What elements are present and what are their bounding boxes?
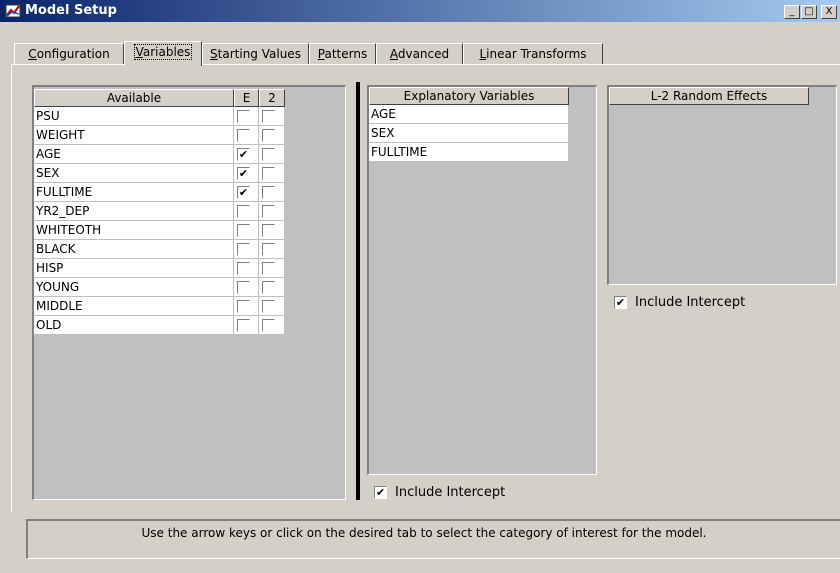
level2-checkbox[interactable] xyxy=(262,224,275,237)
include-intercept-checkbox[interactable]: ✔ xyxy=(614,296,627,309)
level2-cell xyxy=(259,183,285,202)
explanatory-checkbox[interactable] xyxy=(237,129,250,142)
level2-checkbox[interactable] xyxy=(262,262,275,275)
level2-cell xyxy=(259,240,285,259)
level2-cell xyxy=(259,278,285,297)
explanatory-cell xyxy=(234,278,259,297)
available-variable-name[interactable]: HISP xyxy=(34,259,234,278)
level2-cell xyxy=(259,316,285,335)
tab-label: Advanced xyxy=(389,47,450,61)
column-header: 2 xyxy=(259,89,285,107)
explanatory-checkbox[interactable] xyxy=(237,319,250,332)
maximize-button[interactable]: □ xyxy=(801,5,817,19)
available-variable-name[interactable]: MIDDLE xyxy=(34,297,234,316)
explanatory-checkbox[interactable]: ✔ xyxy=(237,186,250,199)
available-variable-name[interactable]: WHITEOTH xyxy=(34,221,234,240)
explanatory-cell xyxy=(234,126,259,145)
explanatory-checkbox[interactable] xyxy=(237,262,250,275)
explanatory-checkbox[interactable] xyxy=(237,243,250,256)
model-setup-icon xyxy=(5,4,21,18)
tab-starting-values[interactable]: Starting Values xyxy=(202,43,309,65)
random-effects-header: L-2 Random Effects xyxy=(609,87,809,105)
tab-label: Starting Values xyxy=(210,47,301,61)
level2-checkbox[interactable] xyxy=(262,129,275,142)
explanatory-cell: ✔ xyxy=(234,183,259,202)
available-variable-name[interactable]: AGE xyxy=(34,145,234,164)
tab-configuration[interactable]: Configuration xyxy=(14,43,124,65)
minimize-icon: _ xyxy=(789,6,795,17)
explanatory-checkbox[interactable] xyxy=(237,224,250,237)
include-intercept-label: Include Intercept xyxy=(395,485,506,500)
level2-checkbox[interactable] xyxy=(262,148,275,161)
level2-checkbox[interactable] xyxy=(262,167,275,180)
level2-cell xyxy=(259,202,285,221)
level2-checkbox[interactable] xyxy=(262,243,275,256)
level2-cell xyxy=(259,145,285,164)
level2-cell xyxy=(259,221,285,240)
title-bar: Model Setup _ □ X xyxy=(0,0,840,22)
maximize-icon: □ xyxy=(804,6,814,17)
explanatory-checkbox[interactable] xyxy=(237,281,250,294)
explanatory-variable[interactable]: SEX xyxy=(369,124,569,143)
available-variable-name[interactable]: YOUNG xyxy=(34,278,234,297)
explanatory-cell xyxy=(234,259,259,278)
available-variable-name[interactable]: FULLTIME xyxy=(34,183,234,202)
column-header: E xyxy=(234,89,259,107)
explanatory-cell xyxy=(234,316,259,335)
level2-cell xyxy=(259,164,285,183)
explanatory-cell xyxy=(234,107,259,126)
available-variable-name[interactable]: SEX xyxy=(34,164,234,183)
explanatory-cell xyxy=(234,297,259,316)
level2-cell xyxy=(259,297,285,316)
tab-label: Patterns xyxy=(317,47,368,61)
level2-checkbox[interactable] xyxy=(262,300,275,313)
level2-checkbox[interactable] xyxy=(262,205,275,218)
explanatory-checkbox[interactable]: ✔ xyxy=(237,167,250,180)
explanatory-checkbox[interactable]: ✔ xyxy=(237,148,250,161)
explanatory-checkbox[interactable] xyxy=(237,205,250,218)
available-variable-name[interactable]: PSU xyxy=(34,107,234,126)
explanatory-variable[interactable]: FULLTIME xyxy=(369,143,569,162)
include-intercept-checkbox[interactable]: ✔ xyxy=(374,486,387,499)
tab-label: Variables xyxy=(133,44,193,60)
available-variable-name[interactable]: BLACK xyxy=(34,240,234,259)
close-icon: X xyxy=(825,6,833,17)
random-effects-panel xyxy=(607,85,837,285)
explanatory-checkbox[interactable] xyxy=(237,110,250,123)
explanatory-cell: ✔ xyxy=(234,164,259,183)
level2-checkbox[interactable] xyxy=(262,186,275,199)
include-intercept-label: Include Intercept xyxy=(635,295,746,310)
tab-label: Linear Transforms xyxy=(479,47,587,61)
status-message: Use the arrow keys or click on the desir… xyxy=(141,526,707,540)
close-button[interactable]: X xyxy=(821,5,837,19)
explanatory-cell xyxy=(234,202,259,221)
minimize-button[interactable]: _ xyxy=(784,5,800,19)
tab-variables[interactable]: Variables xyxy=(124,41,202,66)
level2-cell xyxy=(259,259,285,278)
tab-advanced[interactable]: Advanced xyxy=(376,43,463,65)
random-effects-include-intercept[interactable]: ✔ Include Intercept xyxy=(614,296,745,310)
tab-patterns[interactable]: Patterns xyxy=(309,43,376,65)
explanatory-variables-header: Explanatory Variables xyxy=(369,87,569,105)
available-variable-name[interactable]: YR2_DEP xyxy=(34,202,234,221)
level2-cell xyxy=(259,126,285,145)
panel-divider xyxy=(356,82,360,500)
available-variable-name[interactable]: OLD xyxy=(34,316,234,335)
explanatory-checkbox[interactable] xyxy=(237,300,250,313)
column-header: Available xyxy=(34,89,234,107)
tab-linear-transforms[interactable]: Linear Transforms xyxy=(463,43,603,65)
explanatory-cell xyxy=(234,240,259,259)
explanatory-include-intercept[interactable]: ✔ Include Intercept xyxy=(374,486,505,500)
window-title: Model Setup xyxy=(25,3,117,18)
available-variable-name[interactable]: WEIGHT xyxy=(34,126,234,145)
explanatory-cell: ✔ xyxy=(234,145,259,164)
explanatory-cell xyxy=(234,221,259,240)
level2-checkbox[interactable] xyxy=(262,281,275,294)
level2-cell xyxy=(259,107,285,126)
status-bar: Use the arrow keys or click on the desir… xyxy=(26,519,840,559)
level2-checkbox[interactable] xyxy=(262,319,275,332)
level2-checkbox[interactable] xyxy=(262,110,275,123)
tab-label: Configuration xyxy=(28,47,110,61)
explanatory-variable[interactable]: AGE xyxy=(369,105,569,124)
